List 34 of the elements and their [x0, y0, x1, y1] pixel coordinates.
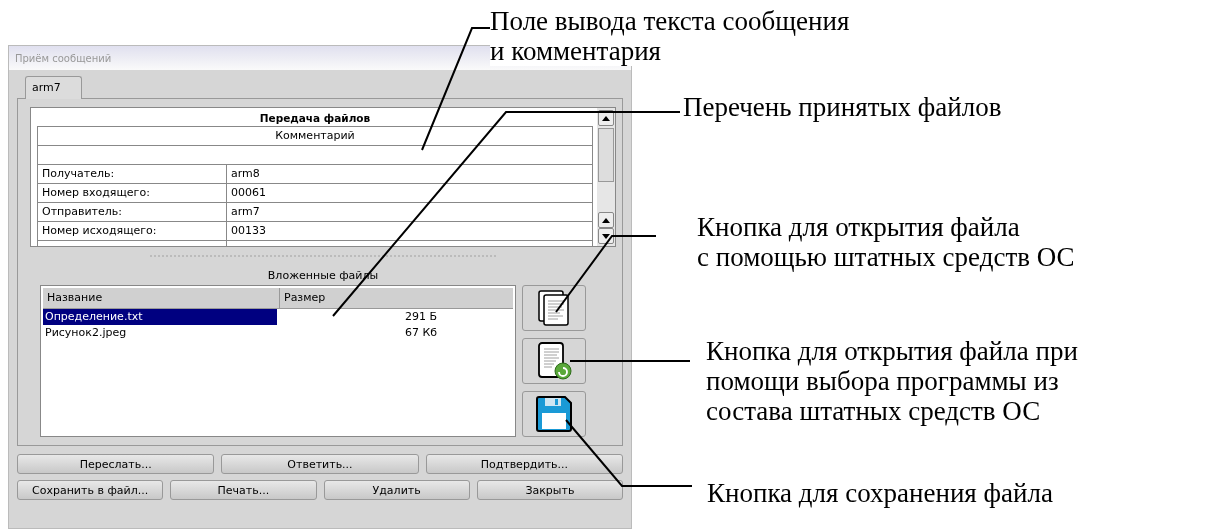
window-title: Приём сообщений: [15, 52, 112, 64]
dialog-button[interactable]: Закрыть: [476, 480, 623, 500]
table-cell: Отправитель:: [38, 203, 227, 221]
documents-icon: [537, 289, 571, 327]
file-size-cell-text: 67 Кб: [403, 325, 437, 341]
column-header[interactable]: Название: [43, 288, 280, 308]
open-file-button[interactable]: [522, 285, 586, 331]
dialog-button[interactable]: Подтвердить...: [425, 454, 623, 474]
scrollbar[interactable]: [597, 108, 615, 246]
file-size-cell-text: 291 Б: [403, 309, 437, 325]
table-cell-text: arm7: [230, 204, 261, 220]
table-cell-text: arm8: [230, 166, 261, 182]
tab[interactable]: arm7: [25, 76, 82, 99]
table-cell: Получатель:: [38, 165, 227, 183]
open-with-button[interactable]: [522, 338, 586, 384]
table-cell: Номер исходящего:: [38, 222, 227, 240]
file-name-cell[interactable]: Рисунок2.jpeg: [43, 325, 277, 341]
dialog-button[interactable]: Переслать...: [17, 454, 215, 474]
table-cell: Номер входящего:: [38, 184, 227, 202]
dialog-button[interactable]: Удалить: [323, 480, 470, 500]
dialog-button[interactable]: Ответить...: [221, 454, 419, 474]
scroll-up-icon[interactable]: [598, 212, 614, 228]
file-name-cell[interactable]: Определение.txt: [43, 309, 277, 325]
scroll-down-icon[interactable]: [598, 228, 614, 244]
table-cell-text: 00061: [230, 185, 267, 201]
dialog-button[interactable]: Сохранить в файл...: [17, 480, 164, 500]
table-cell-text: 00133: [230, 223, 267, 239]
document-refresh-icon: [536, 341, 572, 381]
message-title: Передача файлов: [258, 112, 372, 126]
scroll-thumb[interactable]: [598, 128, 614, 182]
table-cell: Комментарий: [38, 127, 593, 146]
save-button[interactable]: [522, 391, 586, 437]
dialog-button[interactable]: Печать...: [170, 480, 317, 500]
column-header[interactable]: Размер: [280, 288, 513, 308]
